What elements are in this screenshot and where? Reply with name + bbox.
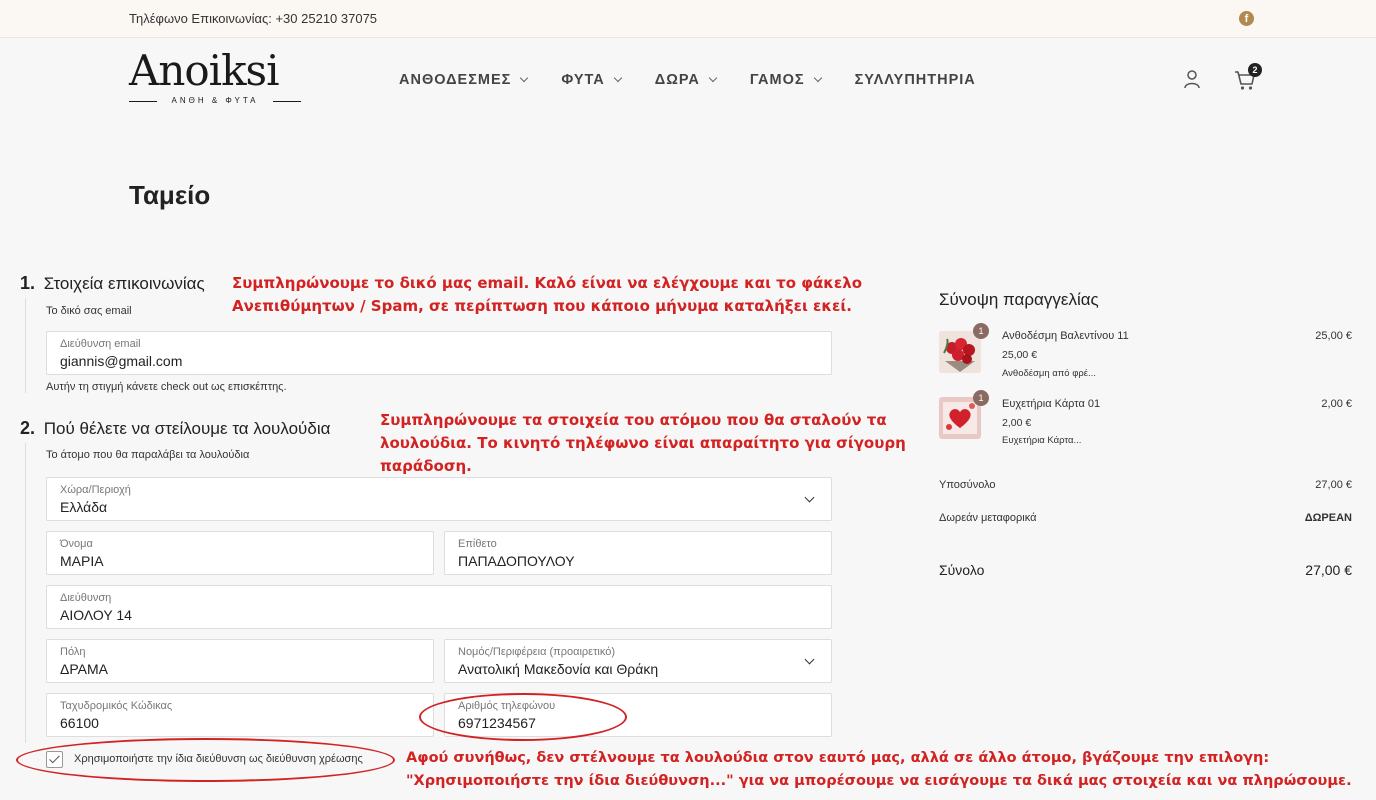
chevron-down-icon: [708, 73, 718, 83]
shipping-label: Δωρεάν μεταφορικά: [939, 512, 1037, 524]
item-description: Ανθοδέσμη από φρέ...: [1002, 368, 1096, 379]
highlight-ellipse-phone: [419, 693, 627, 741]
logo-wordmark: Anoiksi: [129, 46, 280, 95]
annotation-line: Συμπληρώνουμε τα στοιχεία του ατόμου που…: [380, 411, 887, 429]
step-label: Πού θέλετε να στείλουμε τα λουλούδια: [43, 419, 331, 438]
contact-subtitle: Το δικό σας email: [46, 305, 132, 317]
facebook-icon[interactable]: f: [1239, 11, 1254, 26]
annotation-line: λουλούδια. Το κινητό τηλέφωνο είναι απαρ…: [380, 434, 906, 452]
item-qty-badge: 1: [973, 390, 989, 406]
email-field[interactable]: Διεύθυνση email giannis@gmail.com: [46, 331, 832, 375]
subtotal-label: Υποσύνολο: [939, 479, 996, 491]
annotation-line: παράδοση.: [380, 457, 472, 475]
postcode-label: Ταχυδρομικός Κώδικας: [60, 700, 173, 712]
nav-label: ΦΥΤΑ: [561, 72, 605, 88]
shipping-subtitle: Το άτομο που θα παραλάβει τα λουλούδια: [46, 449, 250, 461]
city-label: Πόλη: [60, 646, 86, 658]
item-unit-price: 25,00 €: [1002, 349, 1038, 361]
chevron-down-icon: [813, 73, 822, 83]
logo-rule-right: [273, 101, 301, 102]
country-value: Ελλάδα: [60, 499, 108, 515]
region-select[interactable]: Νομός/Περιφέρεια (προαιρετικό) Ανατολική…: [444, 639, 832, 683]
subtotal-row: Υποσύνολο 27,00 €: [939, 479, 1352, 491]
step-shipping-title: 2. Πού θέλετε να στείλουμε τα λουλούδια: [20, 418, 330, 439]
nav-item-gifts[interactable]: ΔΩΡΑ: [654, 72, 718, 88]
first-name-value: ΜΑΡΙΑ: [60, 553, 104, 569]
subtotal-value: 27,00 €: [1315, 479, 1352, 491]
annotation-note-email: Συμπληρώνουμε το δικό μας email. Καλό εί…: [232, 272, 862, 318]
item-unit-price: 2,00 €: [1002, 417, 1032, 429]
email-label: Διεύθυνση email: [60, 338, 141, 350]
total-label: Σύνολο: [939, 562, 985, 578]
city-value: ΔΡΑΜΑ: [60, 661, 108, 677]
item-name: Ευχετήρια Κάρτα 01: [1002, 398, 1101, 410]
shipping-row: Δωρεάν μεταφορικά ΔΩΡΕΑΝ: [939, 512, 1352, 524]
step-divider: [25, 443, 26, 743]
page-title: Ταμείο: [129, 180, 211, 210]
annotation-line: Αφού συνήθως, δεν στέλνουμε τα λουλούδια…: [406, 750, 1270, 766]
nav-label: ΑΝΘΟΔΕΣΜΕΣ: [399, 72, 512, 88]
total-row: Σύνολο 27,00 €: [939, 562, 1352, 578]
nav-label: ΔΩΡΑ: [654, 72, 700, 88]
step-divider: [25, 298, 26, 393]
city-field[interactable]: Πόλη ΔΡΑΜΑ: [46, 639, 434, 683]
address-value: ΑΙΟΛΟΥ 14: [60, 607, 132, 623]
main-nav: ΑΝΘΟΔΕΣΜΕΣ ΦΥΤΑ ΔΩΡΑ ΓΑΜΟΣ ΣΥΛΛΥΠΗΤΗΡΙΑ: [399, 72, 1010, 88]
postcode-field[interactable]: Ταχυδρομικός Κώδικας 66100: [46, 693, 434, 737]
chevron-down-icon: [520, 73, 529, 83]
nav-item-plants[interactable]: ΦΥΤΑ: [561, 72, 623, 88]
annotation-note-recipient: Συμπληρώνουμε τα στοιχεία του ατόμου που…: [380, 409, 906, 478]
nav-item-wedding[interactable]: ΓΑΜΟΣ: [749, 72, 822, 88]
first-name-label: Όνομα: [60, 538, 93, 550]
country-select[interactable]: Χώρα/Περιοχή Ελλάδα: [46, 477, 832, 521]
item-name: Ανθοδέσμη Βαλεντίνου 11: [1002, 330, 1129, 342]
contact-phone: Τηλέφωνο Επικοινωνίας: +30 25210 37075: [129, 11, 378, 26]
postcode-value: 66100: [60, 715, 99, 731]
annotation-line: "Χρησιμοποιήστε την ίδια διεύθυνση..." γ…: [406, 773, 1352, 789]
chevron-down-icon: [804, 492, 815, 503]
chevron-down-icon: [613, 73, 623, 83]
last-name-label: Επίθετο: [458, 538, 497, 550]
annotation-line: Συμπληρώνουμε το δικό μας email. Καλό εί…: [232, 274, 863, 292]
cart-count-badge: 2: [1248, 63, 1262, 77]
chevron-down-icon: [804, 654, 815, 665]
product-thumbnail-bouquet: [939, 331, 981, 373]
address-field[interactable]: Διεύθυνση ΑΙΟΛΟΥ 14: [46, 585, 832, 629]
logo[interactable]: Anoiksi ΑΝΘΗ & ΦΥΤΑ: [129, 49, 301, 107]
email-value: giannis@gmail.com: [60, 353, 183, 369]
region-value: Ανατολική Μακεδονία και Θράκη: [458, 661, 659, 677]
site-header: Anoiksi ΑΝΘΗ & ΦΥΤΑ ΑΝΘΟΔΕΣΜΕΣ ΦΥΤΑ ΔΩΡΑ…: [0, 39, 1376, 125]
order-summary-title: Σύνοψη παραγγελίας: [939, 290, 1099, 309]
first-name-field[interactable]: Όνομα ΜΑΡΙΑ: [46, 531, 434, 575]
last-name-field[interactable]: Επίθετο ΠΑΠΑΔΟΠΟΥΛΟΥ: [444, 531, 832, 575]
item-description: Ευχετήρια Κάρτα...: [1002, 435, 1082, 446]
region-label: Νομός/Περιφέρεια (προαιρετικό): [458, 646, 616, 658]
step-number: 1.: [20, 273, 36, 293]
country-label: Χώρα/Περιοχή: [60, 484, 131, 496]
nav-item-bouquets[interactable]: ΑΝΘΟΔΕΣΜΕΣ: [399, 72, 529, 88]
last-name-value: ΠΑΠΑΔΟΠΟΥΛΟΥ: [458, 553, 575, 569]
step-contact-title: 1. Στοιχεία επικοινωνίας: [20, 273, 205, 294]
item-qty-badge: 1: [973, 323, 989, 339]
top-bar: Τηλέφωνο Επικοινωνίας: +30 25210 37075 f: [0, 0, 1376, 38]
step-number: 2.: [20, 418, 36, 438]
guest-checkout-note: Αυτήν τη στιγμή κάνετε check out ως επισ…: [46, 381, 287, 393]
shipping-value: ΔΩΡΕΑΝ: [1304, 512, 1352, 524]
highlight-ellipse-checkbox: [16, 738, 395, 782]
total-value: 27,00 €: [1305, 562, 1352, 578]
item-total: 25,00 €: [1315, 330, 1352, 342]
step-label: Στοιχεία επικοινωνίας: [43, 274, 205, 293]
annotation-line: Ανεπιθύμητων / Spam, σε περίπτωση που κά…: [232, 297, 852, 315]
nav-label: ΓΑΜΟΣ: [749, 72, 805, 88]
item-total: 2,00 €: [1321, 398, 1352, 410]
nav-label: ΣΥΛΛΥΠΗΤΗΡΙΑ: [854, 72, 976, 88]
address-label: Διεύθυνση: [60, 592, 112, 604]
user-account-icon[interactable]: [1183, 69, 1201, 89]
annotation-note-billing: Αφού συνήθως, δεν στέλνουμε τα λουλούδια…: [406, 747, 1352, 793]
nav-item-condolences[interactable]: ΣΥΛΛΥΠΗΤΗΡΙΑ: [855, 72, 976, 88]
